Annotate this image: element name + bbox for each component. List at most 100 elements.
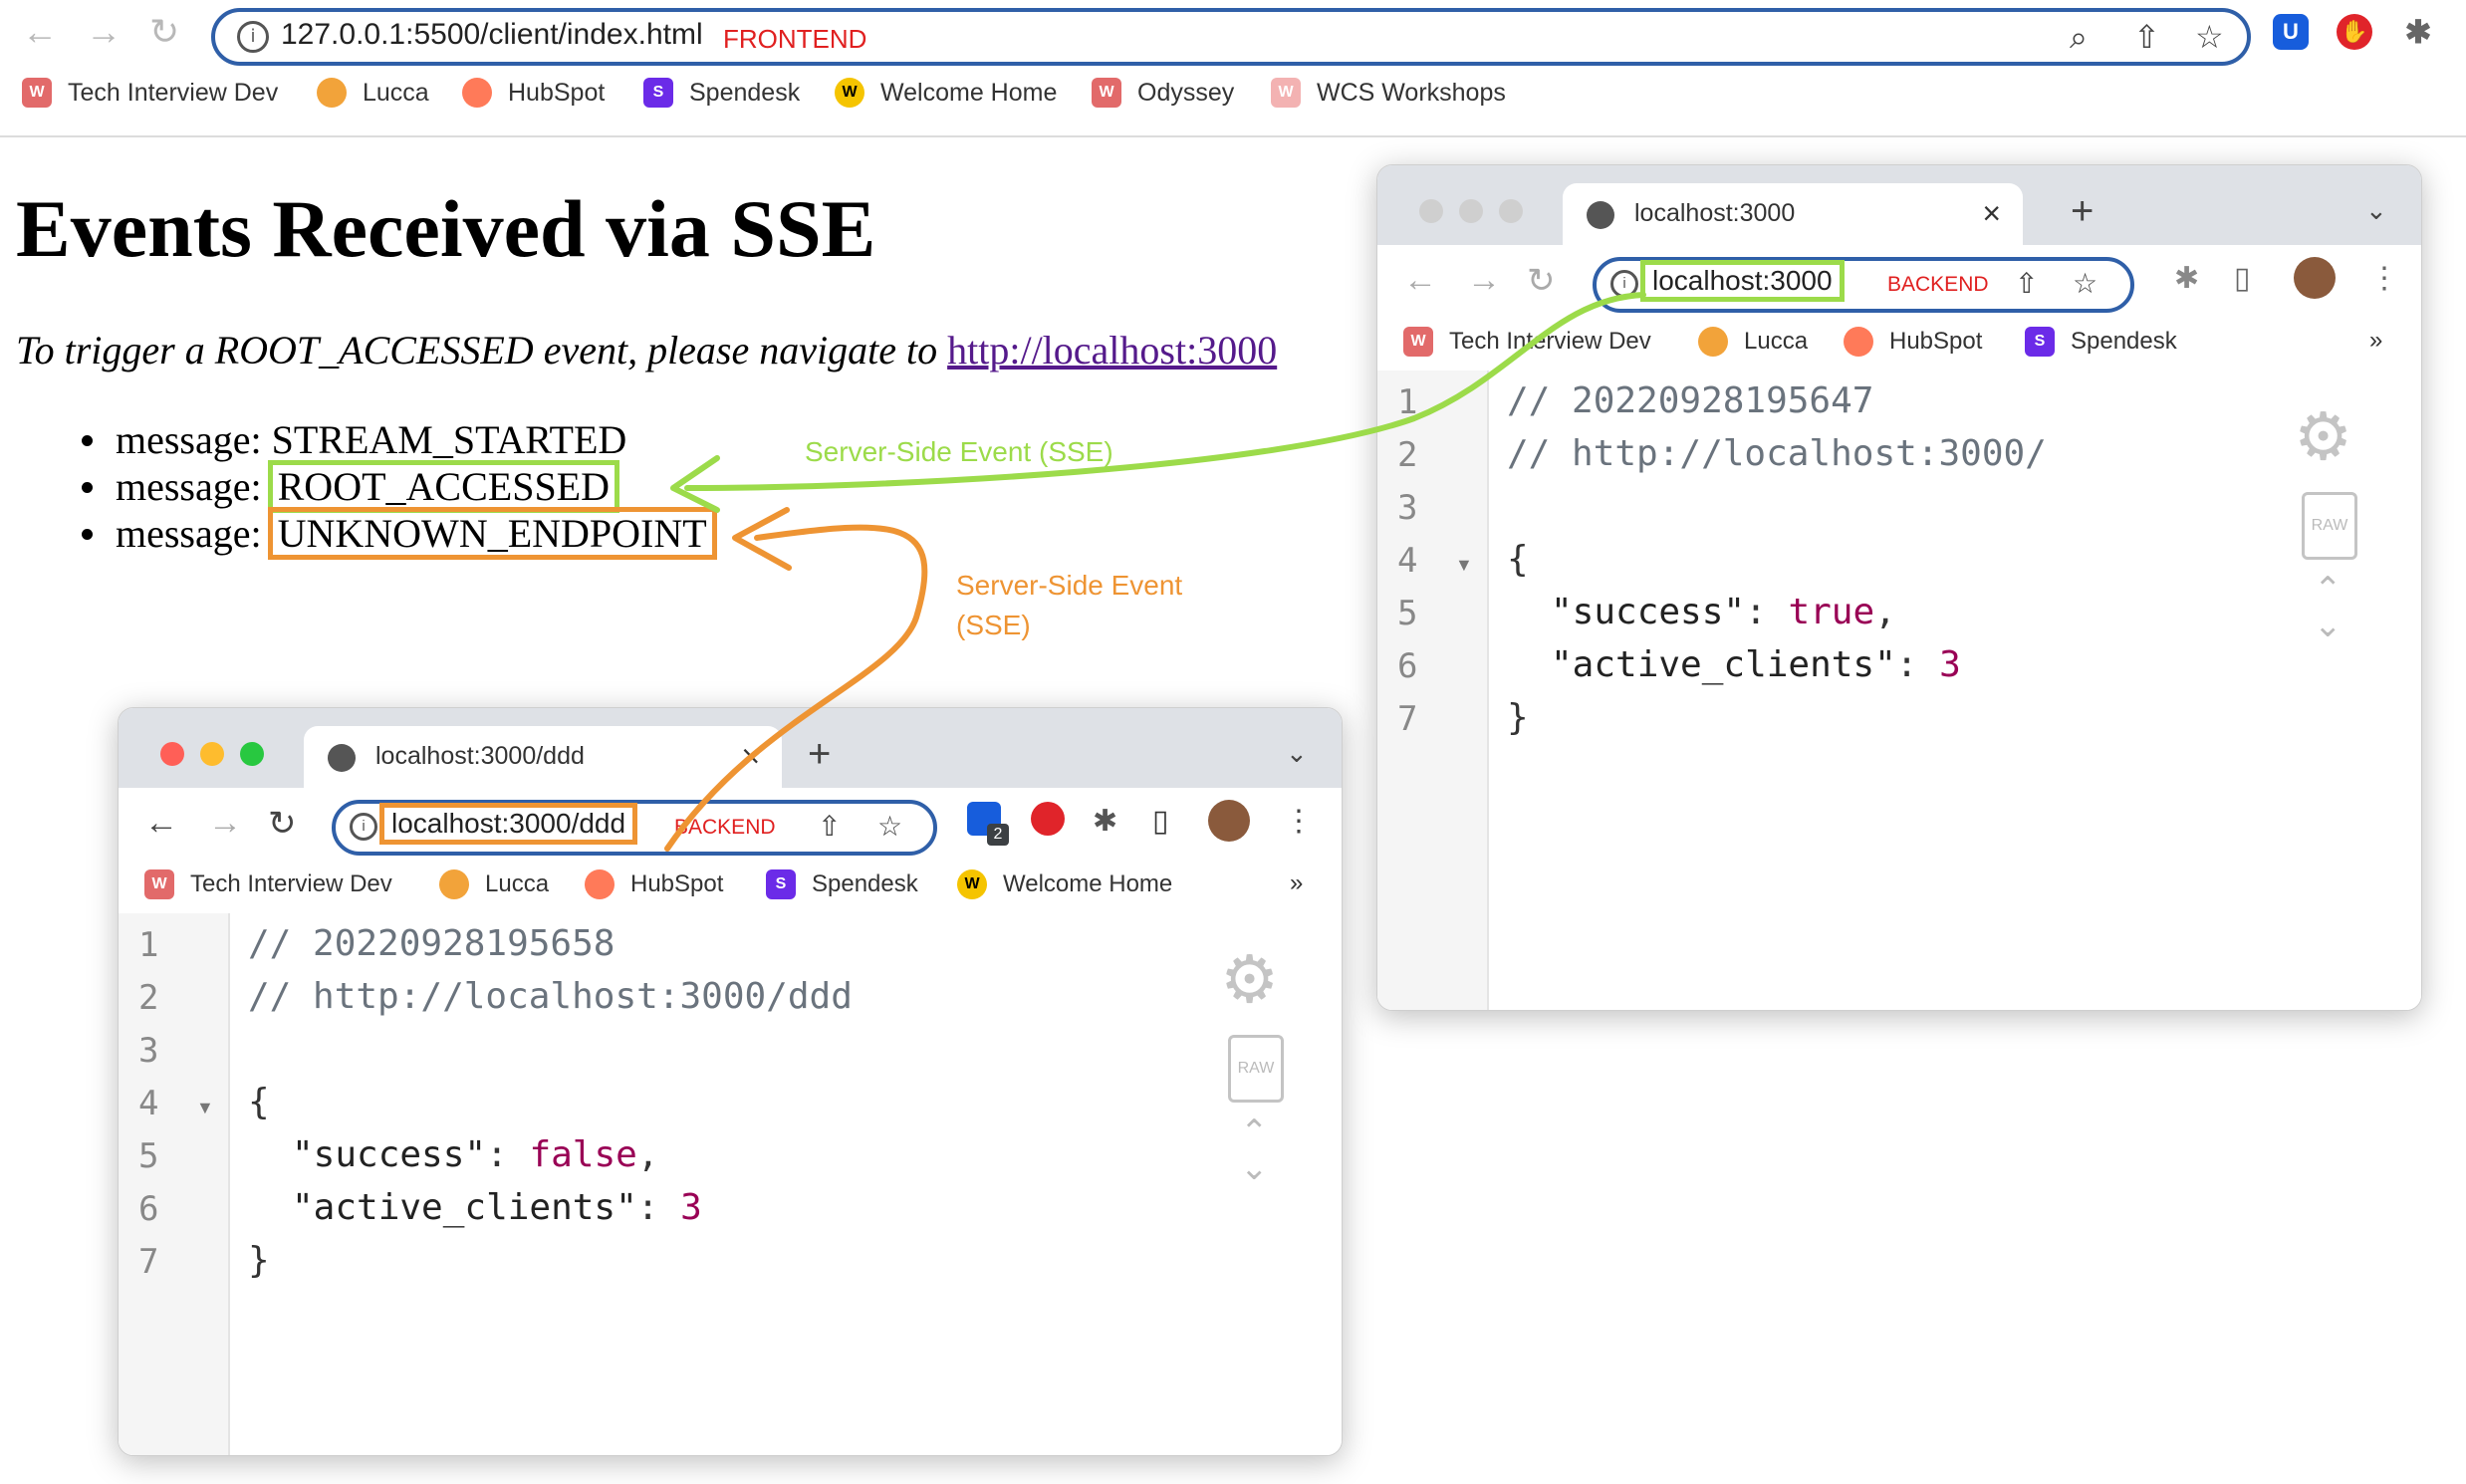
new-tab-icon[interactable]: +: [808, 732, 831, 777]
address-url[interactable]: localhost:3000/ddd: [378, 803, 638, 845]
address-bar[interactable]: i localhost:3000 BACKEND ⇧ ☆: [1593, 257, 2134, 313]
address-bar[interactable]: i 127.0.0.1:5500/client/index.html FRONT…: [211, 8, 2251, 66]
maximize-light[interactable]: [240, 742, 264, 766]
bookmark-hubspot[interactable]: HubSpot: [585, 869, 723, 899]
back-icon[interactable]: ←: [22, 14, 58, 50]
bookmark-star-icon[interactable]: ☆: [877, 810, 902, 843]
bookmark-hubspot[interactable]: HubSpot: [462, 78, 605, 108]
bookmark-tech-interview-dev[interactable]: W Tech Interview Dev: [144, 869, 392, 899]
avatar[interactable]: [1208, 800, 1250, 842]
bookmark-lucca[interactable]: Lucca: [1698, 327, 1808, 357]
bookmark-tech-interview-dev[interactable]: W Tech Interview Dev: [22, 78, 278, 108]
bitwarden-extension-icon[interactable]: U: [2273, 14, 2309, 50]
tab-localhost-3000[interactable]: localhost:3000 ×: [1563, 183, 2023, 245]
chevron-up-icon[interactable]: ⌃: [1240, 1113, 1269, 1152]
reload-icon[interactable]: ↻: [268, 804, 297, 844]
share-icon[interactable]: ⇧: [2133, 18, 2160, 56]
side-panel-icon[interactable]: ▯: [1152, 804, 1169, 839]
bookmark-welcome-home[interactable]: W Welcome Home: [957, 869, 1172, 899]
close-tab-icon[interactable]: ×: [741, 738, 760, 775]
fold-toggle-icon[interactable]: ▼: [1455, 555, 1473, 576]
bookmark-spendesk[interactable]: S Spendesk: [766, 869, 918, 899]
menu-icon[interactable]: ⋮: [2369, 261, 2399, 296]
bookmark-star-icon[interactable]: ☆: [2195, 18, 2224, 56]
bookmark-spendesk[interactable]: S Spendesk: [2025, 327, 2177, 357]
json-value: false: [529, 1134, 637, 1175]
bookmark-label: Odyssey: [1137, 78, 1235, 107]
bullet: [82, 435, 93, 446]
bookmark-star-icon[interactable]: ☆: [2073, 267, 2097, 300]
bookmarks-overflow-icon[interactable]: »: [1290, 869, 1303, 897]
adblock-extension-icon[interactable]: [1031, 802, 1065, 836]
forward-icon[interactable]: →: [208, 804, 242, 843]
gear-icon[interactable]: ⚙: [1220, 941, 1279, 1018]
backend-tag: BACKEND: [674, 816, 776, 839]
forward-icon[interactable]: →: [1467, 261, 1501, 300]
raw-file-icon[interactable]: RAW: [2302, 492, 2357, 560]
window-titlebar: localhost:3000/ddd × + ⌄: [119, 708, 1342, 788]
bookmarks-overflow-icon[interactable]: »: [2369, 327, 2382, 355]
avatar[interactable]: [2294, 257, 2336, 299]
minimize-light[interactable]: [1459, 199, 1483, 223]
tab-title: localhost:3000/ddd: [375, 742, 585, 770]
reload-icon[interactable]: ↻: [1527, 261, 1556, 301]
bookmark-tech-interview-dev[interactable]: W Tech Interview Dev: [1403, 327, 1651, 357]
share-icon[interactable]: ⇧: [818, 810, 841, 843]
chevron-down-icon[interactable]: ⌄: [1240, 1148, 1269, 1188]
back-icon[interactable]: ←: [1403, 261, 1437, 300]
close-tab-icon[interactable]: ×: [1982, 195, 2001, 232]
adblock-extension-icon[interactable]: ✋: [2337, 14, 2372, 50]
tech-interview-dev-icon: W: [22, 78, 52, 108]
code-line: "active_clients": 3: [292, 1187, 702, 1228]
zoom-icon[interactable]: ⌕: [2070, 18, 2088, 57]
chevron-down-icon[interactable]: ⌄: [2365, 195, 2387, 226]
share-icon[interactable]: ⇧: [2015, 267, 2038, 300]
extension-badge: 2: [987, 824, 1009, 846]
site-info-icon[interactable]: i: [237, 21, 269, 53]
menu-icon[interactable]: ⋮: [1284, 804, 1314, 839]
minimize-light[interactable]: [200, 742, 224, 766]
chevron-down-icon[interactable]: ⌄: [1286, 738, 1308, 769]
close-light[interactable]: [160, 742, 184, 766]
bookmark-odyssey[interactable]: W Odyssey: [1092, 78, 1234, 108]
json-value: 3: [1939, 644, 1961, 685]
line-number: 5: [138, 1136, 159, 1176]
bookmark-spendesk[interactable]: S Spendesk: [643, 78, 800, 108]
localhost-link[interactable]: http://localhost:3000: [947, 328, 1277, 372]
chevron-up-icon[interactable]: ⌃: [2314, 570, 2343, 610]
window-titlebar: localhost:3000 × + ⌄: [1377, 165, 2421, 245]
hubspot-icon: [462, 78, 492, 108]
back-icon[interactable]: ←: [144, 804, 178, 843]
close-light[interactable]: [1419, 199, 1443, 223]
new-tab-icon[interactable]: +: [2071, 189, 2094, 234]
maximize-light[interactable]: [1499, 199, 1523, 223]
fold-toggle-icon[interactable]: ▼: [196, 1098, 214, 1118]
extensions-puzzle-icon[interactable]: ✱: [2174, 261, 2199, 296]
bookmark-lucca[interactable]: Lucca: [317, 78, 429, 108]
address-url[interactable]: 127.0.0.1:5500/client/index.html: [281, 18, 703, 52]
bookmark-label: Tech Interview Dev: [190, 870, 392, 897]
site-info-icon[interactable]: i: [350, 813, 377, 841]
tab-localhost-3000-ddd[interactable]: localhost:3000/ddd ×: [304, 726, 782, 788]
site-info-icon[interactable]: i: [1610, 270, 1638, 298]
extensions-puzzle-icon[interactable]: ✱: [1093, 804, 1117, 839]
gear-icon[interactable]: ⚙: [2294, 398, 2352, 475]
json-key: "active_clients": [292, 1187, 637, 1228]
address-url[interactable]: localhost:3000: [1640, 260, 1845, 302]
address-bar[interactable]: i localhost:3000/ddd BACKEND ⇧ ☆: [332, 800, 937, 856]
chevron-down-icon[interactable]: ⌄: [2314, 606, 2343, 645]
bookmark-label: WCS Workshops: [1317, 78, 1506, 107]
reload-icon[interactable]: ↻: [149, 14, 179, 50]
extensions-puzzle-icon[interactable]: ✱: [2400, 14, 2436, 50]
bookmark-wcs-workshops[interactable]: W WCS Workshops: [1271, 78, 1506, 108]
forward-icon[interactable]: →: [86, 14, 122, 50]
json-viewer: 1 2 3 4 ▼ 5 6 7 // 20220928195647 // htt…: [1377, 371, 2421, 1010]
bookmark-welcome-home[interactable]: W Welcome Home: [835, 78, 1057, 108]
odyssey-icon: W: [1092, 78, 1121, 108]
raw-file-icon[interactable]: RAW: [1228, 1035, 1284, 1103]
bookmark-lucca[interactable]: Lucca: [439, 869, 549, 899]
side-panel-icon[interactable]: ▯: [2234, 261, 2251, 296]
bookmark-hubspot[interactable]: HubSpot: [1844, 327, 1982, 357]
orange-annotation-label-line2: (SSE): [956, 610, 1031, 640]
bullet: [82, 529, 93, 540]
